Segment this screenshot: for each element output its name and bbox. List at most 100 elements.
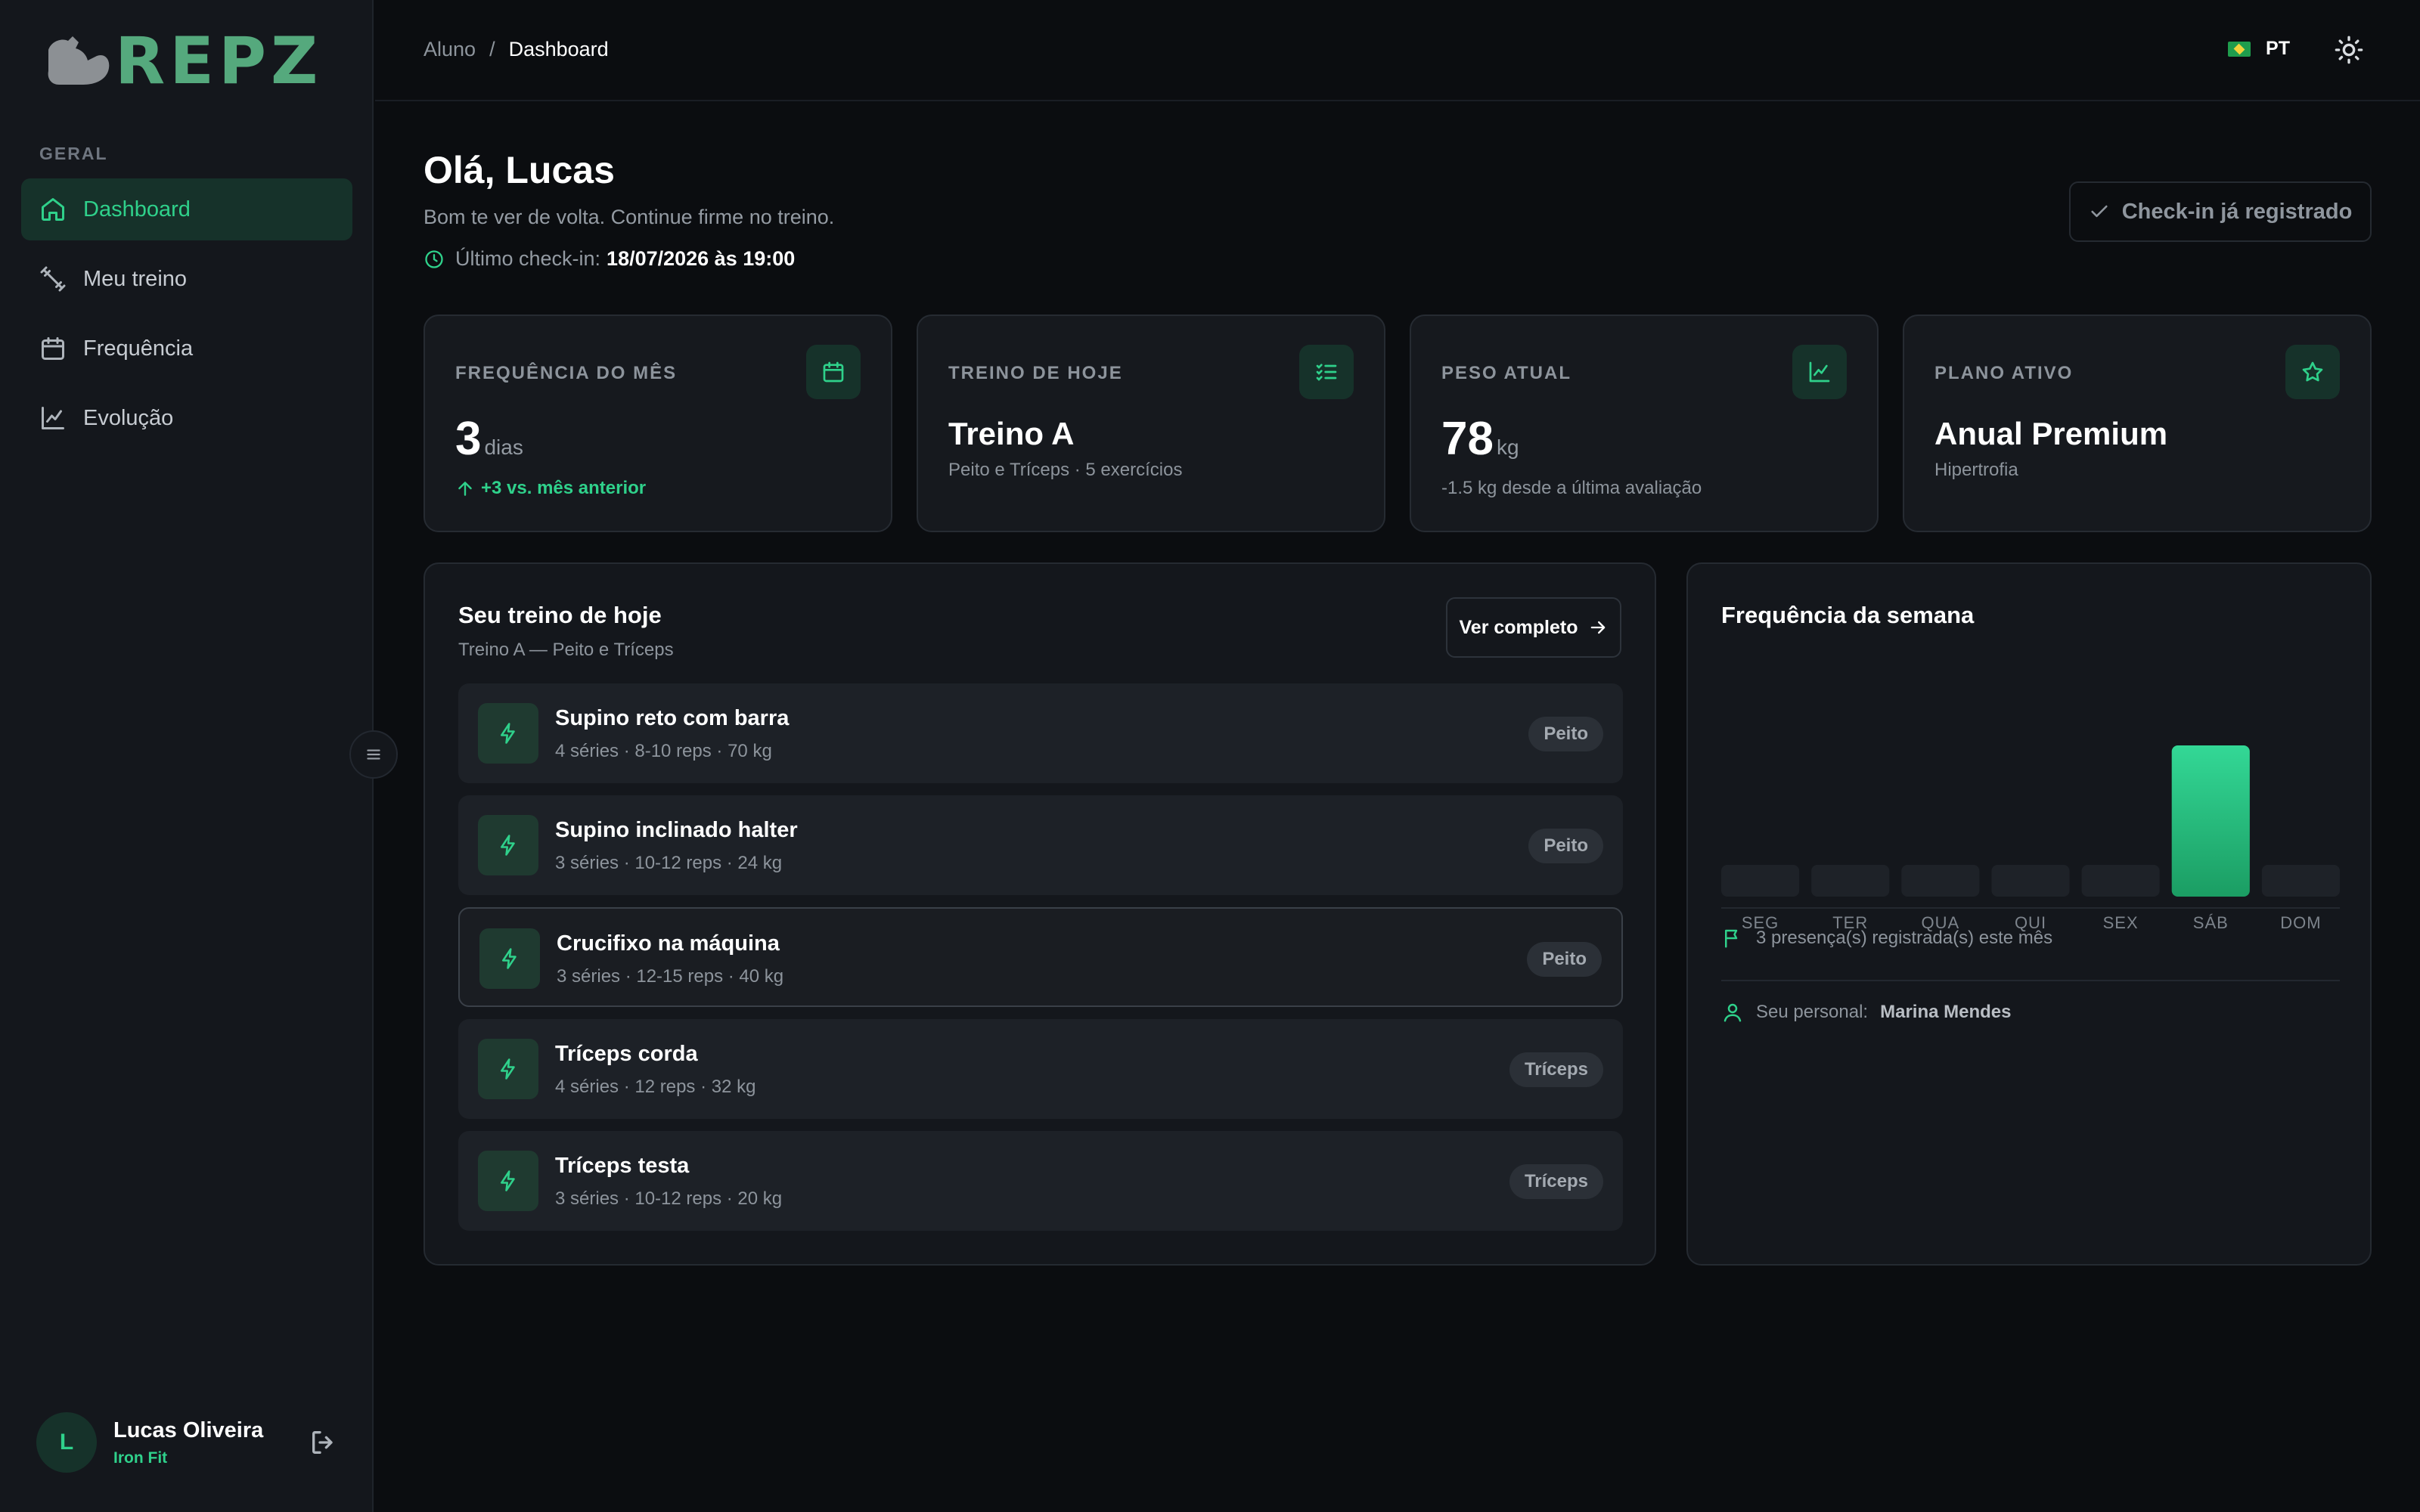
sidebar-item-meu-treino[interactable]: Meu treino (21, 248, 352, 310)
divider (1721, 907, 2340, 909)
sun-icon[interactable] (2334, 35, 2364, 65)
workout-title: Seu treino de hoje (458, 602, 662, 628)
today-workout-panel: Seu treino de hoje Treino A — Peito e Tr… (424, 562, 1656, 1266)
flexing-arm-icon (48, 36, 110, 85)
stat-value-wrap: 3 dias (455, 416, 861, 463)
stat-desc: Hipertrofia (1934, 460, 2018, 480)
stat-icon (2285, 345, 2340, 399)
sidebar-nav: Dashboard Meu treino Frequência Evolução (21, 178, 352, 457)
menu-icon (367, 749, 380, 760)
stat-delta-text: +3 vs. mês anterior (481, 478, 647, 498)
user-name: Lucas Oliveira (113, 1418, 264, 1442)
personal-label: Seu personal: (1756, 1002, 1869, 1022)
user-info: Lucas Oliveira Iron Fit (113, 1418, 263, 1467)
sidebar-item-frequencia[interactable]: Frequência (21, 318, 352, 380)
lightning-icon (501, 835, 515, 856)
exercise-icon-box (478, 1039, 538, 1099)
stat-label: PLANO ATIVO (1934, 363, 2074, 383)
stat-label: TREINO DE HOJE (948, 363, 1123, 383)
stat-icon (806, 345, 861, 399)
greeting-subtitle: Bom te ver de volta. Continue firme no t… (424, 206, 835, 228)
stat-value: 78 (1441, 413, 1494, 465)
exercise-detail: 3 séries · 10-12 reps · 20 kg (555, 1188, 783, 1209)
exercise-item[interactable]: Supino reto com barra 4 séries · 8-10 re… (458, 683, 1623, 783)
language-switcher[interactable]: PT (2228, 38, 2290, 60)
home-icon (42, 198, 64, 221)
brazil-flag-icon (2228, 41, 2251, 57)
sidebar-item-label: Evolução (83, 405, 174, 430)
stat-card-frequency: FREQUÊNCIA DO MÊS 3 dias +3 vs. mês anter… (424, 314, 892, 532)
user-org: Iron Fit (113, 1448, 168, 1467)
calendar-icon (42, 337, 64, 360)
page-title: Olá, Lucas (424, 149, 615, 191)
stat-icon (1792, 345, 1847, 399)
chart-bar-dom (2261, 865, 2340, 897)
chart-bar-qua (1901, 865, 1980, 897)
exercise-item[interactable]: Crucifixo na máquina 3 séries · 12-15 re… (458, 907, 1623, 1007)
lightning-icon (502, 948, 517, 969)
chart-bar-sáb (2171, 745, 2250, 897)
arrow-right-icon (1590, 621, 1605, 634)
exercise-detail: 4 séries · 8-10 reps · 70 kg (555, 741, 772, 761)
exercise-tag: Peito (1528, 829, 1603, 863)
weekly-frequency-chart: SEG TER QUA QUI SEX SÁB DOM (1721, 745, 2340, 932)
last-checkin: Último check-in: 18/07/2026 às 19:00 (424, 247, 834, 271)
logout-icon[interactable] (309, 1427, 339, 1458)
chart-tick-label: SEX (2103, 913, 2139, 932)
chart-bar-seg (1721, 865, 1800, 897)
exercise-name: Supino inclinado halter (555, 818, 798, 842)
user-profile[interactable]: L Lucas Oliveira Iron Fit (36, 1412, 346, 1473)
exercise-icon-box (478, 703, 538, 764)
presences-info: 3 presença(s) registrada(s) este mês (1721, 927, 2052, 950)
exercise-name: Crucifixo na máquina (557, 931, 780, 956)
calendar-icon (823, 361, 844, 383)
chart-bar-qui (1991, 865, 2070, 897)
exercise-icon-box (479, 928, 540, 989)
exercise-item[interactable]: Supino inclinado halter 3 séries · 10-12… (458, 795, 1623, 895)
checkin-button[interactable]: Check-in já registrado (2069, 181, 2372, 242)
sidebar-item-label: Dashboard (83, 197, 191, 222)
clock-icon (425, 249, 443, 268)
breadcrumb: Aluno / Dashboard (424, 38, 609, 61)
stat-unit: dias (484, 435, 523, 459)
topbar: Aluno / Dashboard PT (375, 0, 2420, 101)
stat-value-wrap: 78 kg (1441, 416, 1847, 463)
chart-tick-label: DOM (2280, 913, 2321, 932)
frequency-title: Frequência da semana (1721, 602, 1975, 628)
sidebar: REPZ GERAL Dashboard Meu treino Frequênc… (0, 0, 374, 1512)
breadcrumb-current: Dashboard (508, 38, 609, 60)
chart-tick-label: SÁB (2193, 913, 2229, 932)
chart-bar-sex (2081, 865, 2160, 897)
exercise-name: Tríceps corda (555, 1042, 698, 1066)
weekly-frequency-panel: Frequência da semana SEG TER QUA QUI SEX SÁB D… (1686, 562, 2372, 1266)
exercise-item[interactable]: Tríceps corda 4 séries · 12 reps · 32 kg… (458, 1019, 1623, 1119)
sidebar-item-evolucao[interactable]: Evolução (21, 387, 352, 449)
stat-label: PESO ATUAL (1441, 363, 1572, 383)
exercise-item[interactable]: Tríceps testa 3 séries · 10-12 reps · 20… (458, 1131, 1623, 1231)
sidebar-collapse-button[interactable] (349, 730, 398, 779)
breadcrumb-parent[interactable]: Aluno (424, 38, 476, 61)
workout-header: Seu treino de hoje Treino A — Peito e Tr… (458, 602, 674, 661)
stat-unit: kg (1496, 435, 1519, 459)
avatar: L (36, 1412, 97, 1473)
user-icon (1723, 1003, 1742, 1022)
sidebar-item-label: Meu treino (83, 266, 188, 291)
presences-text: 3 presença(s) registrada(s) este mês (1756, 928, 2053, 948)
view-complete-label: Ver completo (1459, 616, 1578, 638)
exercise-icon-box (478, 1151, 538, 1211)
stat-title: Anual Premium (1934, 416, 2168, 451)
check-icon (2091, 205, 2108, 218)
stat-title: Treino A (948, 416, 1075, 451)
brand-logo[interactable]: REPZ (42, 29, 322, 94)
exercise-tag: Peito (1528, 717, 1603, 751)
lightning-icon (501, 1170, 515, 1191)
exercise-name: Supino reto com barra (555, 706, 790, 730)
personal-info: Seu personal: Marina Mendes (1721, 1001, 2012, 1024)
star-icon (2302, 361, 2323, 382)
dumbbell-icon (40, 266, 66, 292)
stat-card-weight: PESO ATUAL 78 kg -1.5 kg desde a última a… (1410, 314, 1879, 532)
stat-desc: Peito e Tríceps · 5 exercícios (948, 460, 1183, 480)
sidebar-item-dashboard[interactable]: Dashboard (21, 178, 352, 240)
list-checks-icon (1316, 364, 1337, 381)
view-complete-button[interactable]: Ver completo (1446, 597, 1621, 658)
